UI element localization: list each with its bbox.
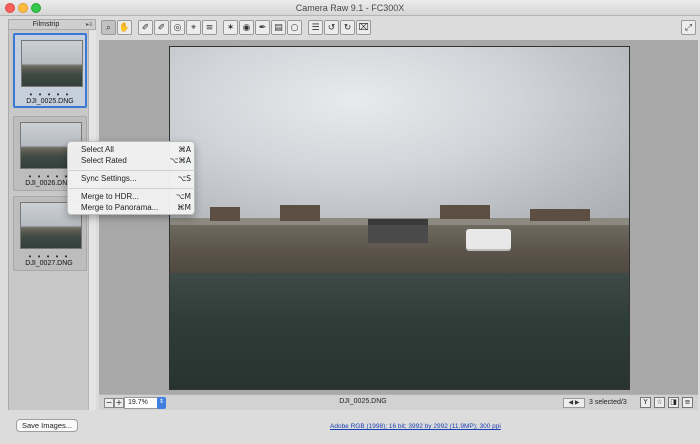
straighten-tool[interactable]: ≡ bbox=[202, 20, 217, 35]
menu-item-merge-panorama[interactable]: Merge to Panorama... ⌘M bbox=[81, 203, 191, 213]
white-balance-tool[interactable]: ✐ bbox=[138, 20, 153, 35]
fullscreen-icon: ⤢ bbox=[684, 22, 693, 33]
filmstrip-menu-icon[interactable]: ▸≡ bbox=[86, 21, 93, 28]
adjustment-brush-tool[interactable]: ✒ bbox=[255, 20, 270, 35]
spot-removal-icon: ✶ bbox=[226, 22, 235, 33]
color-sampler-icon: ✐ bbox=[157, 22, 166, 33]
thumbnail-image bbox=[21, 40, 83, 87]
menu-item-merge-hdr[interactable]: Merge to HDR... ⌥M bbox=[81, 192, 191, 202]
filter-icon[interactable]: Y bbox=[640, 397, 651, 408]
trash-icon: ⌧ bbox=[358, 22, 369, 33]
straighten-icon: ≡ bbox=[205, 22, 214, 33]
filmstrip-scrollbar[interactable] bbox=[88, 30, 96, 410]
targeted-adjustment-icon: ◎ bbox=[173, 22, 182, 33]
fullscreen-button[interactable]: ⤢ bbox=[681, 20, 696, 35]
menu-separator bbox=[69, 170, 195, 171]
workflow-options-link[interactable]: Adobe RGB (1998); 16 bit; 3992 by 2992 (… bbox=[330, 423, 501, 430]
zoom-icon: ⌕ bbox=[105, 22, 112, 33]
filmstrip: • • • • • DJI_0025.DNG • • • • • DJI_002… bbox=[8, 30, 88, 410]
rotate-ccw-button[interactable]: ↺ bbox=[324, 20, 339, 35]
before-after-icon[interactable]: ◨ bbox=[668, 397, 679, 408]
delete-button[interactable]: ⌧ bbox=[356, 20, 371, 35]
filmstrip-header: Filmstrip ▸≡ bbox=[8, 19, 96, 30]
radial-filter-tool[interactable]: ○ bbox=[287, 20, 302, 35]
save-images-button[interactable]: Save Images... bbox=[16, 419, 78, 432]
rating-icon[interactable]: ☆ bbox=[654, 397, 665, 408]
status-bar: − + 19.7% ⇕ DJI_0025.DNG ◀ ▶ 3 selected/… bbox=[99, 394, 698, 410]
radial-filter-icon: ○ bbox=[290, 22, 299, 33]
menu-separator bbox=[69, 188, 195, 189]
image-nav-buttons[interactable]: ◀ ▶ bbox=[563, 398, 585, 408]
crop-tool[interactable]: ⌖ bbox=[186, 20, 201, 35]
hand-icon: ✋ bbox=[118, 22, 131, 33]
window-title: Camera Raw 9.1 - FC300X bbox=[295, 3, 405, 13]
thumbnail-filename: DJI_0025.DNG bbox=[26, 98, 74, 105]
preferences-button[interactable]: ☰ bbox=[308, 20, 323, 35]
graduated-filter-tool[interactable]: ▤ bbox=[271, 20, 286, 35]
targeted-adjustment-tool[interactable]: ◎ bbox=[170, 20, 185, 35]
crop-icon: ⌖ bbox=[190, 22, 197, 33]
spot-removal-tool[interactable]: ✶ bbox=[223, 20, 238, 35]
menu-item-sync-settings[interactable]: Sync Settings... ⌥S bbox=[81, 174, 191, 184]
zoom-tool[interactable]: ⌕ bbox=[101, 20, 116, 35]
menu-item-select-all[interactable]: Select All ⌘A bbox=[81, 145, 191, 155]
red-eye-tool[interactable]: ◉ bbox=[239, 20, 254, 35]
preview-image[interactable] bbox=[169, 46, 630, 390]
red-eye-icon: ◉ bbox=[242, 22, 251, 33]
rotate-cw-icon: ↻ bbox=[343, 22, 352, 33]
filmstrip-title: Filmstrip bbox=[32, 21, 60, 28]
title-bar: Camera Raw 9.1 - FC300X bbox=[0, 0, 700, 16]
footer: Save Images... Adobe RGB (1998); 16 bit;… bbox=[0, 410, 700, 444]
adjustment-brush-icon: ✒ bbox=[258, 22, 267, 33]
preferences-icon: ☰ bbox=[311, 22, 320, 33]
view-settings-icon[interactable]: ≡ bbox=[682, 397, 693, 408]
graduated-filter-icon: ▤ bbox=[274, 22, 283, 33]
rotate-ccw-icon: ↺ bbox=[327, 22, 336, 33]
rotate-cw-button[interactable]: ↻ bbox=[340, 20, 355, 35]
filmstrip-item[interactable]: • • • • • DJI_0025.DNG bbox=[13, 33, 87, 108]
menu-item-select-rated[interactable]: Select Rated ⌥⌘A bbox=[81, 156, 191, 166]
selection-status: 3 selected/3 bbox=[589, 399, 627, 406]
color-sampler-tool[interactable]: ✐ bbox=[154, 20, 169, 35]
hand-tool[interactable]: ✋ bbox=[117, 20, 132, 35]
tool-bar: ⌕ ✋ ✐ ✐ ◎ ⌖ ≡ ✶ ◉ ✒ ▤ ○ ☰ ↺ ↻ ⌧ bbox=[101, 20, 371, 37]
context-menu: Select All ⌘A Select Rated ⌥⌘A Sync Settin… bbox=[67, 141, 195, 215]
white-balance-icon: ✐ bbox=[141, 22, 150, 33]
thumbnail-filename: DJI_0027.DNG bbox=[25, 260, 73, 267]
preview-filename: DJI_0025.DNG bbox=[339, 398, 387, 405]
